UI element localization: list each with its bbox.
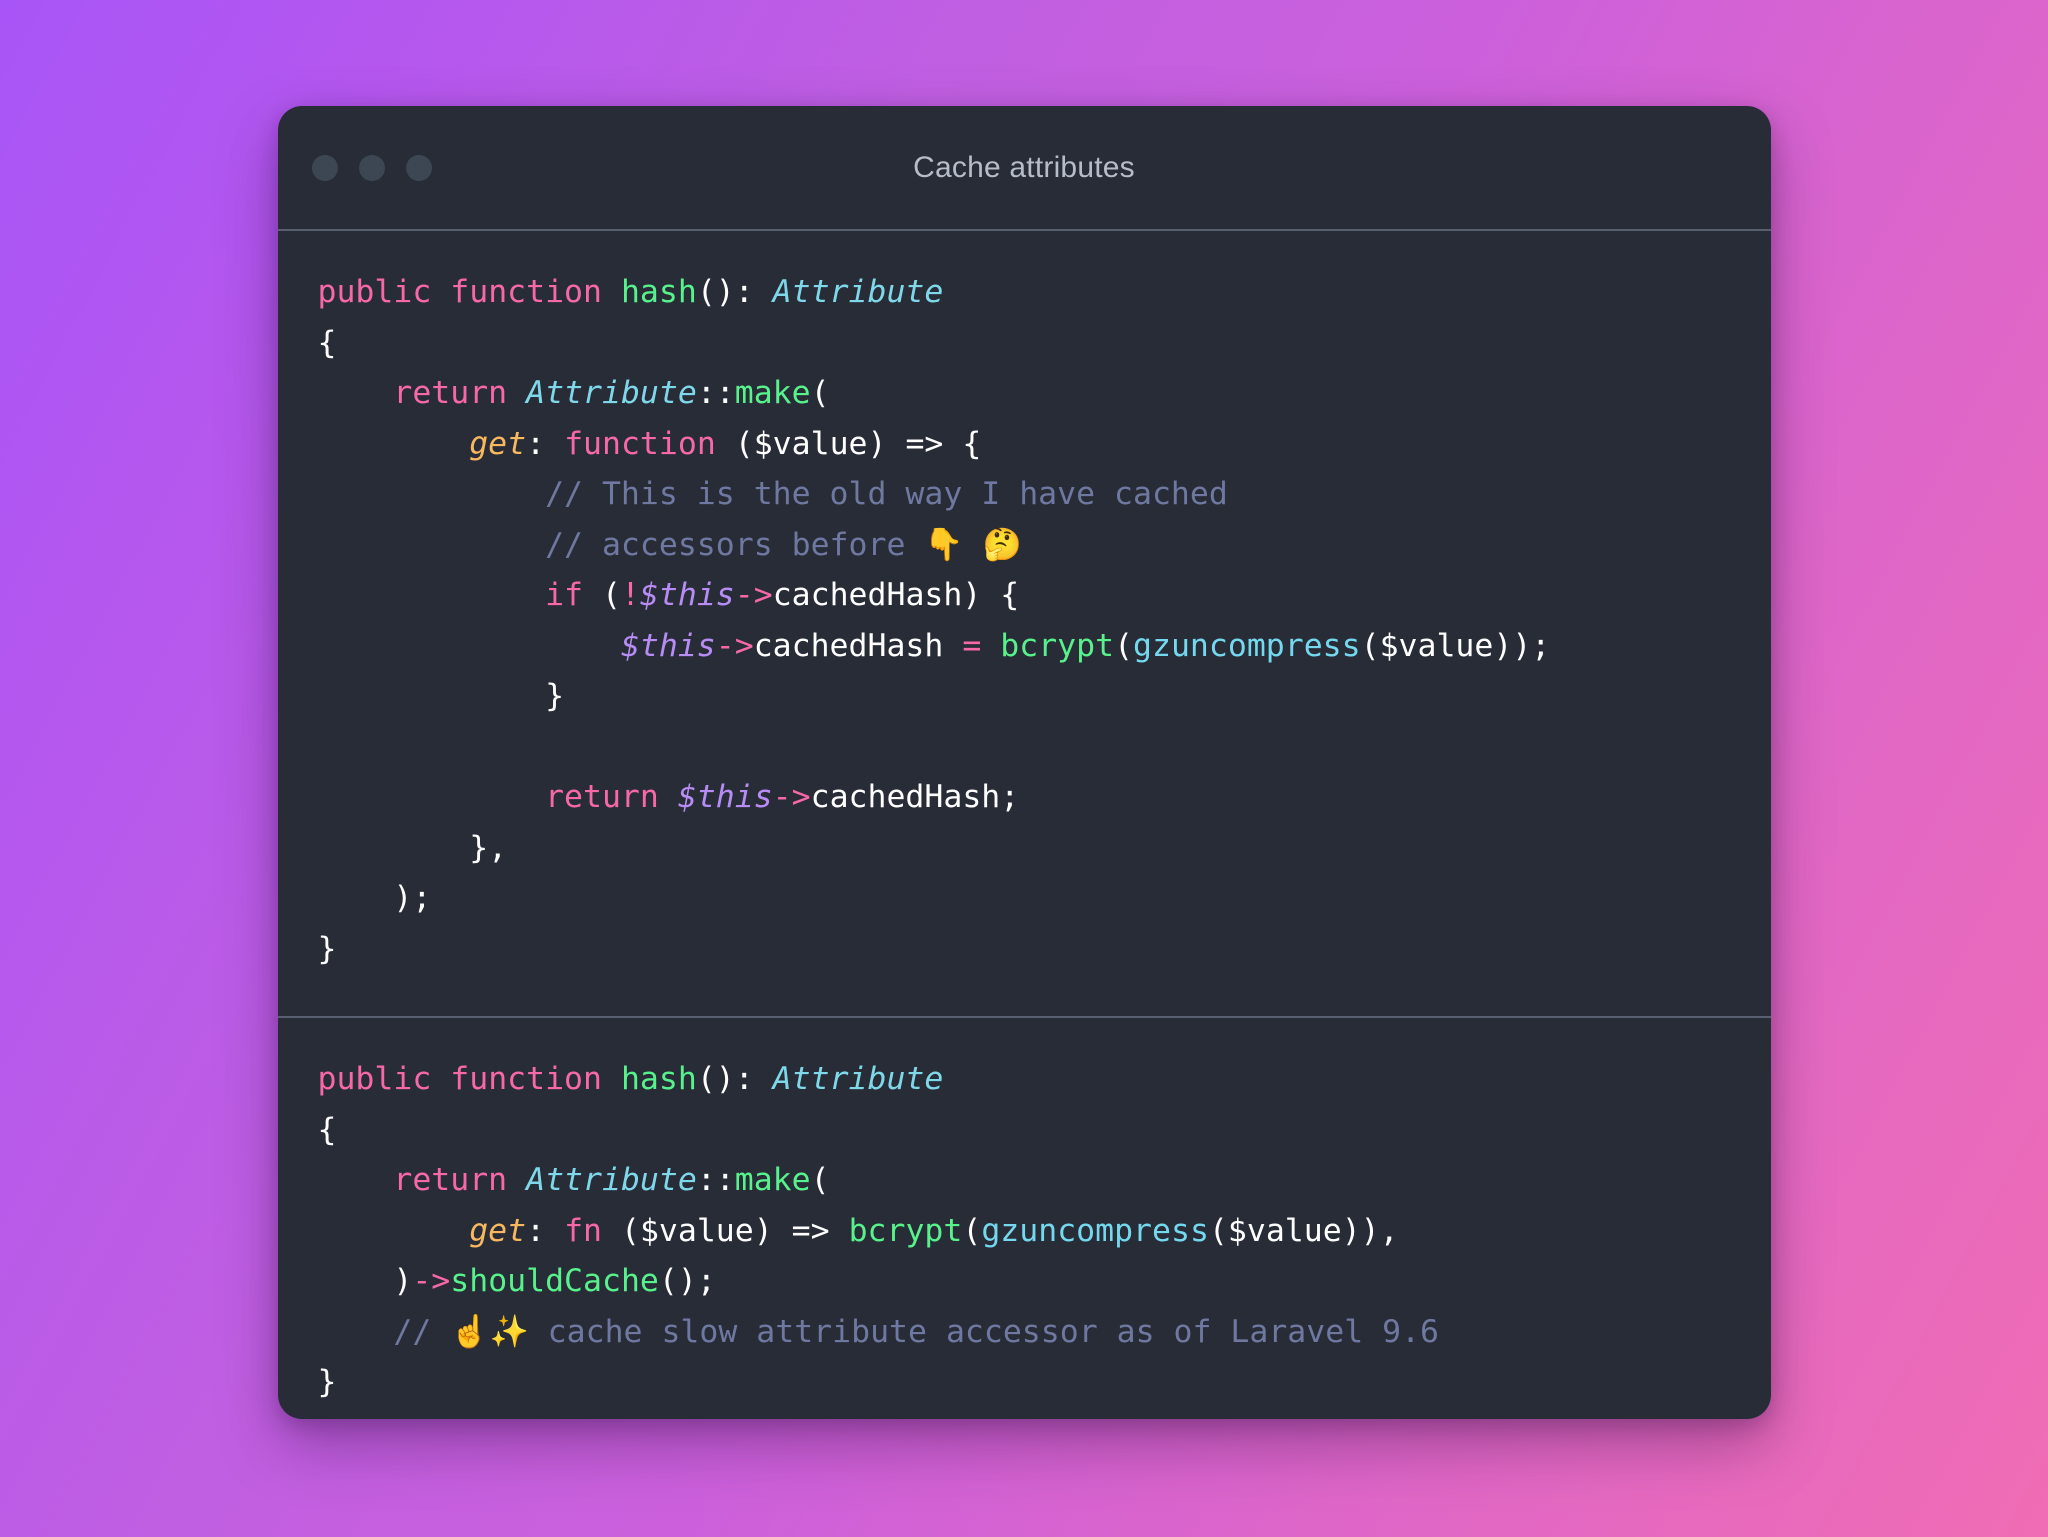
code-line: } bbox=[317, 678, 565, 714]
code-line: get: function ($value) => { bbox=[469, 425, 982, 462]
code-keyword: public bbox=[317, 274, 432, 310]
emoji: 🤔 bbox=[982, 526, 1022, 563]
code-operator: ! bbox=[620, 577, 640, 613]
code-line: } bbox=[317, 930, 337, 967]
code-line: public function hash(): Attribute bbox=[317, 274, 944, 310]
code-keyword: function bbox=[450, 274, 602, 310]
code-type: Attribute bbox=[526, 1162, 697, 1198]
emoji: ☝️✨ bbox=[450, 1313, 529, 1350]
code-keyword: function bbox=[564, 425, 716, 462]
code-identifier: cachedHash bbox=[772, 577, 963, 613]
code-variable: $this bbox=[620, 627, 716, 664]
code-named-argument: get bbox=[469, 425, 527, 462]
code-line: get: fn ($value) => bcrypt(gzuncompress(… bbox=[469, 1212, 1399, 1249]
code-function: make bbox=[734, 1162, 811, 1198]
code-line: { bbox=[317, 1111, 337, 1148]
code-function: make bbox=[734, 375, 811, 411]
code-function: bcrypt bbox=[848, 1212, 963, 1249]
code-operator: -> bbox=[734, 577, 773, 613]
code-line: } bbox=[317, 1364, 337, 1400]
code-line: return Attribute::make( bbox=[393, 375, 830, 411]
code-operator: -> bbox=[715, 627, 754, 664]
code-variable: $value bbox=[1227, 1212, 1342, 1249]
code-operator: -> bbox=[412, 1263, 451, 1299]
code-keyword: function bbox=[450, 1061, 602, 1097]
code-line: ); bbox=[317, 880, 432, 916]
code-keyword: return bbox=[393, 1162, 508, 1198]
code-operator: -> bbox=[772, 779, 811, 815]
maximize-button[interactable] bbox=[405, 154, 432, 181]
code-identifier: cachedHash bbox=[753, 627, 944, 664]
code-pane-new-approach[interactable]: public function hash(): Attribute { retur… bbox=[278, 1018, 1771, 1419]
code-line: return $this->cachedHash; bbox=[545, 779, 1020, 815]
code-named-argument: get bbox=[469, 1212, 527, 1249]
code-operator: => bbox=[905, 425, 944, 462]
code-line: }, bbox=[317, 829, 508, 866]
code-comment: // accessors before 👇 🤔 bbox=[545, 526, 1022, 563]
code-variable: $this bbox=[639, 577, 735, 613]
code-pane-old-approach[interactable]: public function hash(): Attribute { retur… bbox=[277, 231, 1771, 1018]
code-line: // This is the old way I have cached bbox=[318, 469, 1731, 520]
code-function: hash bbox=[620, 1061, 697, 1097]
code-line: $this->cachedHash = bcrypt(gzuncompress(… bbox=[620, 627, 1551, 664]
code-line: // accessors before 👇 🤔 bbox=[318, 520, 1731, 571]
code-variable: $value bbox=[639, 1212, 754, 1249]
code-line: { bbox=[317, 324, 337, 361]
code-type: Attribute bbox=[526, 375, 697, 411]
code-comment: // This is the old way I have cached bbox=[545, 476, 1228, 512]
code-operator: => bbox=[791, 1212, 830, 1249]
code-function: shouldCache bbox=[450, 1263, 659, 1299]
code-variable: $this bbox=[677, 779, 773, 815]
window-title: Cache attributes bbox=[913, 150, 1135, 184]
close-button[interactable] bbox=[311, 154, 338, 181]
code-operator: = bbox=[962, 627, 982, 664]
code-function: bcrypt bbox=[1000, 627, 1115, 664]
code-keyword: return bbox=[393, 375, 508, 411]
window-titlebar: Cache attributes bbox=[277, 106, 1771, 231]
code-keyword: fn bbox=[564, 1212, 602, 1249]
code-keyword: public bbox=[317, 1061, 432, 1097]
code-window: Cache attributes public function hash():… bbox=[277, 106, 1771, 1419]
traffic-light-buttons[interactable] bbox=[311, 154, 432, 181]
code-builtin: gzuncompress bbox=[1133, 627, 1361, 664]
emoji: 👇 bbox=[924, 526, 964, 563]
code-type: Attribute bbox=[772, 274, 944, 310]
code-variable: $value bbox=[753, 425, 868, 462]
code-line: if (!$this->cachedHash) { bbox=[545, 577, 1020, 613]
code-line: public function hash(): Attribute bbox=[317, 1061, 944, 1097]
code-line: )->shouldCache(); bbox=[317, 1263, 716, 1299]
code-type: Attribute bbox=[772, 1061, 944, 1097]
code-variable: $value bbox=[1379, 627, 1494, 664]
code-identifier: cachedHash bbox=[810, 779, 1001, 815]
code-keyword: return bbox=[545, 779, 659, 815]
code-line: return Attribute::make( bbox=[393, 1162, 830, 1198]
code-keyword: if bbox=[545, 577, 584, 613]
minimize-button[interactable] bbox=[358, 154, 385, 181]
code-comment: // ☝️✨ cache slow attribute accessor as … bbox=[393, 1313, 1440, 1350]
code-function: hash bbox=[620, 274, 697, 310]
code-builtin: gzuncompress bbox=[981, 1212, 1209, 1249]
code-line: // ☝️✨ cache slow attribute accessor as … bbox=[318, 1307, 1731, 1358]
